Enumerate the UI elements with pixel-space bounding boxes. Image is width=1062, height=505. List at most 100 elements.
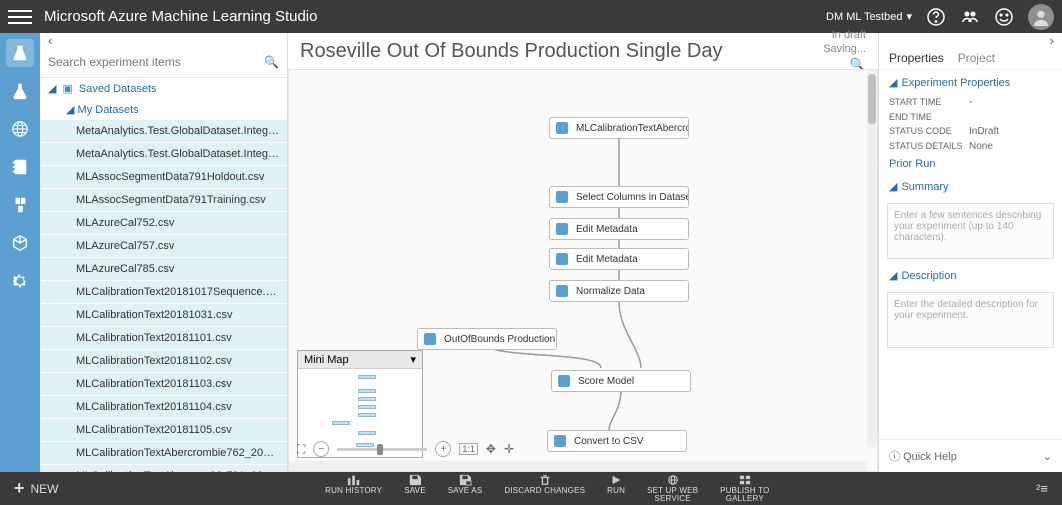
zoom-slider[interactable] — [337, 448, 427, 451]
status-saving: Saving... — [823, 43, 866, 55]
tree-item[interactable]: MLCalibrationText20181104.csv — [40, 396, 287, 419]
status-details-label: STATUS DETAILS — [889, 141, 969, 152]
caret-down-icon: ◢ — [48, 82, 56, 95]
canvas-scroll-h[interactable] — [289, 461, 867, 471]
save-button[interactable]: SAVE — [404, 474, 426, 503]
move-icon[interactable]: ✛ — [504, 442, 514, 456]
quick-help[interactable]: ⓘ Quick Help ⌄ — [879, 439, 1062, 472]
search-icon[interactable]: 🔍 — [264, 55, 279, 69]
tree-item[interactable]: MLAssocSegmentData791Holdout.csv — [40, 166, 287, 189]
status-draft: In draft — [832, 29, 866, 41]
rail-notebook-icon[interactable] — [6, 153, 34, 181]
node-convert-csv[interactable]: Convert to CSV — [547, 430, 687, 452]
section-experiment-props[interactable]: ◢Experiment Properties — [879, 70, 1062, 95]
top-header: Microsoft Azure Machine Learning Studio … — [0, 0, 1062, 33]
canvas-area: Roseville Out Of Bounds Production Singl… — [288, 33, 878, 472]
section-description[interactable]: ◢Description — [879, 263, 1062, 288]
caret-down-icon: ◢ — [889, 269, 897, 282]
menu-icon[interactable] — [8, 5, 32, 29]
zoom-controls: ⛶ − + 1:1 ✥ ✛ — [297, 441, 514, 457]
summary-textarea[interactable]: Enter a few sentences describing your ex… — [887, 203, 1054, 259]
tree-item[interactable]: MetaAnalytics.Test.GlobalDataset.Integer… — [40, 143, 287, 166]
start-time-label: START TIME — [889, 97, 969, 108]
bottom-bar: +NEW RUN HISTORY SAVE SAVE AS DISCARD CH… — [0, 472, 1062, 505]
run-history-button[interactable]: RUN HISTORY — [325, 474, 382, 503]
tree-item[interactable]: MLCalibrationTextAbercrombie762_20181023… — [40, 442, 287, 465]
collapse-sidebar-icon[interactable]: ‹ — [40, 33, 287, 47]
discard-button[interactable]: DISCARD CHANGES — [504, 474, 585, 503]
rail-datasets-icon[interactable] — [6, 191, 34, 219]
rail-flask-icon[interactable] — [6, 77, 34, 105]
status-code-value: InDraft — [969, 126, 999, 137]
tree-item[interactable]: MLCalibrationText20181103.csv — [40, 373, 287, 396]
folder-icon: ▣ — [62, 82, 72, 95]
start-time-value: - — [969, 97, 972, 108]
node-edit-metadata-1[interactable]: Edit Metadata — [549, 218, 689, 240]
caret-down-icon: ◢ — [889, 76, 897, 89]
workspace-name: DM ML Testbed — [826, 11, 902, 23]
rail-settings-icon[interactable] — [6, 267, 34, 295]
user-avatar[interactable] — [1028, 4, 1054, 30]
help-icon: ⓘ — [889, 451, 900, 463]
plus-icon: + — [14, 478, 25, 499]
node-model[interactable]: OutOfBounds Production M... — [417, 328, 557, 350]
tree-item[interactable]: MLCalibrationText20181017Sequence.csv — [40, 281, 287, 304]
tree-item[interactable]: MLAzureCal757.csv — [40, 235, 287, 258]
node-score-model[interactable]: Score Model — [551, 370, 691, 392]
new-button[interactable]: +NEW — [14, 478, 59, 499]
properties-panel: › Properties Project ◢Experiment Propert… — [878, 33, 1062, 472]
dataset-sidebar: ‹ 🔍 ◢ ▣ Saved Datasets ◢ My Datasets Met… — [40, 33, 288, 472]
tree-item[interactable]: MLCalibrationText20181101.csv — [40, 327, 287, 350]
save-as-button[interactable]: SAVE AS — [448, 474, 483, 503]
chevron-down-icon[interactable]: ▾ — [410, 353, 416, 366]
help-icon[interactable] — [926, 7, 946, 27]
tree-item[interactable]: MLCalibrationText20181031.csv — [40, 304, 287, 327]
web-service-button[interactable]: SET UP WEB SERVICE — [647, 474, 698, 503]
node-edit-metadata-2[interactable]: Edit Metadata — [549, 248, 689, 270]
search-input[interactable] — [48, 51, 264, 73]
chevron-down-icon: ⌄ — [1043, 450, 1052, 463]
chevron-down-icon: ▾ — [906, 10, 912, 23]
rail-model-icon[interactable] — [6, 229, 34, 257]
tree-item[interactable]: MLAssocSegmentData791Training.csv — [40, 189, 287, 212]
end-time-label: END TIME — [889, 112, 969, 122]
tree-item[interactable]: MetaAnalytics.Test.GlobalDataset.Integer… — [40, 120, 287, 143]
section-summary[interactable]: ◢Summary — [879, 174, 1062, 199]
caret-down-icon: ◢ — [66, 104, 74, 116]
tree-item[interactable]: MLAzureCal752.csv — [40, 212, 287, 235]
app-title: Microsoft Azure Machine Learning Studio — [44, 8, 826, 25]
canvas-scroll-v[interactable] — [867, 70, 877, 447]
tab-project[interactable]: Project — [958, 51, 995, 65]
node-dataset[interactable]: MLCalibrationTextAbercrom... — [549, 117, 689, 139]
actual-size-icon[interactable]: 1:1 — [459, 443, 478, 455]
node-normalize-data[interactable]: Normalize Data — [549, 280, 689, 302]
fit-screen-icon[interactable]: ⛶ — [297, 442, 305, 457]
left-rail — [0, 33, 40, 472]
publish-button[interactable]: PUBLISH TO GALLERY — [720, 474, 769, 503]
prior-run-link[interactable]: Prior Run — [879, 154, 1062, 174]
zoom-out-button[interactable]: − — [313, 441, 329, 457]
workspace-selector[interactable]: DM ML Testbed ▾ — [826, 10, 912, 23]
smiley-icon[interactable] — [994, 7, 1014, 27]
zoom-in-button[interactable]: + — [435, 441, 451, 457]
experiment-title[interactable]: Roseville Out Of Bounds Production Singl… — [300, 40, 823, 63]
status-details-value: None — [969, 141, 993, 152]
experiment-canvas[interactable]: MLCalibrationTextAbercrom... Select Colu… — [288, 69, 878, 472]
tab-properties[interactable]: Properties — [889, 51, 944, 65]
tree-item[interactable]: MLCalibrationText20181105.csv — [40, 419, 287, 442]
node-select-columns[interactable]: Select Columns in Dataset — [549, 186, 689, 208]
tree-item[interactable]: MLCalibrationText20181102.csv — [40, 350, 287, 373]
tree-item[interactable]: MLAzureCal785.csv — [40, 258, 287, 281]
rail-globe-icon[interactable] — [6, 115, 34, 143]
tree-item[interactable]: MLCalibrationTextAbercrombie791_20181201… — [40, 465, 287, 472]
run-button[interactable]: RUN — [607, 474, 625, 503]
pan-icon[interactable]: ✥ — [486, 442, 496, 456]
rail-experiments-icon[interactable] — [6, 39, 34, 67]
status-indicator-icon[interactable]: ²≡ — [1036, 481, 1048, 496]
people-icon[interactable] — [960, 7, 980, 27]
tree-group-saved-datasets[interactable]: ◢ ▣ Saved Datasets — [40, 78, 287, 99]
description-textarea[interactable]: Enter the detailed description for your … — [887, 292, 1054, 348]
caret-down-icon: ◢ — [889, 180, 897, 193]
tree-sub-my-datasets[interactable]: ◢ My Datasets — [40, 99, 287, 120]
expand-panel-icon[interactable]: › — [879, 33, 1062, 47]
